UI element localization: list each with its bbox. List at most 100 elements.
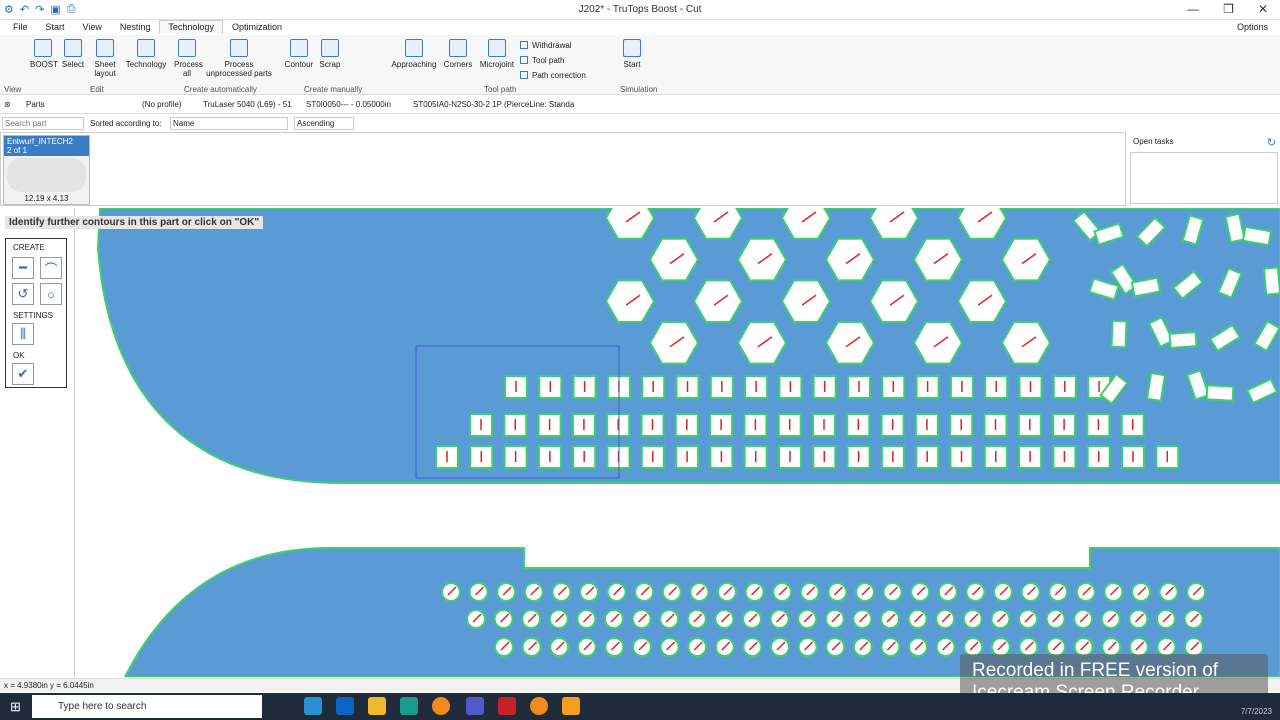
start-simulation-button[interactable]: Start bbox=[620, 39, 644, 69]
path-correction-button[interactable]: Path correction bbox=[520, 71, 586, 80]
technology-button[interactable]: Technology bbox=[124, 39, 168, 69]
sheet-layout-label: Sheet layout bbox=[94, 60, 116, 78]
sort-order-dropdown[interactable]: Ascending bbox=[294, 117, 354, 130]
sort-bar: Sorted according to: Name Ascending bbox=[0, 117, 1280, 131]
path-correction-label: Path correction bbox=[532, 71, 586, 80]
group-tool-path: Tool path bbox=[484, 85, 517, 94]
contour-label: Contour bbox=[284, 60, 314, 69]
tab-nesting[interactable]: Nesting bbox=[111, 20, 160, 34]
ok-button[interactable]: ✔ bbox=[12, 363, 34, 385]
parts-toolbar: ⊛ Parts (No profile) TruLaser 5040 (L69)… bbox=[0, 96, 1280, 114]
contour-button[interactable]: Contour bbox=[284, 39, 314, 69]
line-icon: ━ bbox=[19, 260, 27, 275]
part-count: 2 of 1 bbox=[7, 146, 28, 155]
tool-path-icon bbox=[520, 56, 528, 64]
edge-icon[interactable] bbox=[400, 697, 418, 715]
tab-start[interactable]: Start bbox=[37, 20, 74, 34]
microjoint-label: Microjoint bbox=[479, 60, 515, 69]
process-parts-icon bbox=[230, 39, 248, 57]
process-unprocessed-label: Process unprocessed parts bbox=[206, 60, 272, 78]
corners-button[interactable]: Corners bbox=[442, 39, 474, 69]
process-all-button[interactable]: Process all bbox=[174, 39, 203, 78]
drawing-canvas[interactable]: Identify further contours in this part o… bbox=[0, 208, 1280, 677]
part-thumbnail bbox=[7, 158, 86, 192]
parts-button[interactable]: Parts bbox=[26, 100, 45, 109]
restore-button[interactable]: ❐ bbox=[1223, 2, 1234, 16]
part-card[interactable]: Entwurf_INTECH2 2 of 1 12.19 x 4.13 bbox=[3, 135, 90, 205]
group-edit: Edit bbox=[90, 85, 104, 94]
taskbar-search[interactable]: Type here to search bbox=[32, 695, 262, 718]
circle-tool-button[interactable]: ○ bbox=[40, 283, 62, 305]
arc-tool-button[interactable]: ⌒ bbox=[40, 257, 62, 279]
taskbar-app-icon[interactable] bbox=[304, 697, 322, 715]
trutops-icon[interactable] bbox=[530, 697, 548, 715]
outlook-icon[interactable] bbox=[336, 697, 354, 715]
slot-part bbox=[1145, 371, 1167, 403]
approaching-button[interactable]: Approaching bbox=[390, 39, 438, 69]
checkmark-icon: ✔ bbox=[17, 366, 29, 381]
menu-bar: File Start View Nesting Technology Optim… bbox=[0, 20, 1280, 35]
sort-field-dropdown[interactable]: Name bbox=[170, 117, 288, 130]
machine-selector[interactable]: TruLaser 5040 (L69) - 51 bbox=[203, 100, 292, 109]
nesting-drawing[interactable] bbox=[0, 208, 1280, 677]
tool-path-button[interactable]: Tool path bbox=[520, 56, 564, 65]
close-button[interactable]: ✕ bbox=[1258, 2, 1268, 16]
microjoint-icon bbox=[488, 39, 506, 57]
slot-part bbox=[1262, 266, 1280, 296]
taskbar-date: 7/7/2023 bbox=[1240, 707, 1272, 716]
watermark-line-1: Recorded in FREE version of bbox=[972, 660, 1219, 681]
create-panel: CREATE ━ ⌒ ↺ ○ SETTINGS ⫼ OK ✔ bbox=[5, 238, 67, 388]
scrap-icon bbox=[321, 39, 339, 57]
refresh-icon[interactable]: ↻ bbox=[1267, 136, 1276, 149]
create-label: CREATE bbox=[13, 243, 45, 252]
sheet-layout-button[interactable]: Sheet layout bbox=[90, 39, 120, 78]
ribbon: BOOST Select Sheet layout Technology Pro… bbox=[0, 35, 1280, 95]
tab-file[interactable]: File bbox=[4, 20, 37, 34]
windows-start-icon[interactable]: ⊞ bbox=[10, 699, 21, 715]
withdrawal-button[interactable]: Withdrawal bbox=[520, 41, 572, 50]
cursor-icon bbox=[64, 39, 82, 57]
browser-icon[interactable] bbox=[432, 697, 450, 715]
windows-taskbar: ⊞ Type here to search 7/7/2023 bbox=[0, 693, 1280, 720]
loop-icon: ↺ bbox=[17, 286, 29, 301]
group-create-automatically: Create automatically bbox=[184, 85, 257, 94]
boost-button[interactable]: BOOST bbox=[30, 39, 58, 69]
select-label: Select bbox=[61, 60, 85, 69]
approach-icon bbox=[405, 39, 423, 57]
tab-technology[interactable]: Technology bbox=[159, 20, 223, 34]
select-button[interactable]: Select bbox=[60, 39, 86, 69]
scrap-label: Scrap bbox=[319, 60, 341, 69]
search-part-input[interactable] bbox=[2, 117, 84, 130]
scrap-button[interactable]: Scrap bbox=[318, 39, 342, 69]
material-selector[interactable]: ST0I0050--- - 0.05000in bbox=[306, 100, 391, 109]
microjoint-button[interactable]: Microjoint bbox=[478, 39, 516, 69]
options-button[interactable]: Options bbox=[1237, 22, 1268, 32]
part-name: Entwurf_INTECH2 bbox=[7, 137, 73, 146]
slot-part bbox=[1168, 331, 1198, 349]
profile-selector[interactable]: (No profile) bbox=[142, 100, 182, 109]
circle-icon: ○ bbox=[47, 286, 55, 302]
process-unprocessed-button[interactable]: Process unprocessed parts bbox=[202, 39, 276, 78]
minimize-button[interactable]: — bbox=[1187, 2, 1199, 16]
file-explorer-icon[interactable] bbox=[368, 697, 386, 715]
open-tasks-panel: Open tasks ↻ bbox=[1128, 132, 1280, 206]
teams-icon[interactable] bbox=[466, 697, 484, 715]
slot-part bbox=[1205, 384, 1235, 402]
parts-icon[interactable]: ⊛ bbox=[4, 100, 11, 109]
settings-button[interactable]: ⫼ bbox=[12, 323, 34, 345]
process-icon bbox=[178, 39, 196, 57]
group-create-manually: Create manually bbox=[304, 85, 363, 94]
slot-part bbox=[1110, 319, 1128, 349]
start-label: Start bbox=[623, 60, 641, 69]
tab-view[interactable]: View bbox=[74, 20, 111, 34]
part-size: 12.19 x 4.13 bbox=[24, 194, 69, 203]
line-tool-button[interactable]: ━ bbox=[12, 257, 34, 279]
recorder-icon[interactable] bbox=[562, 697, 580, 715]
sliders-icon: ⫼ bbox=[20, 326, 26, 341]
solidworks-icon[interactable] bbox=[498, 697, 516, 715]
approaching-label: Approaching bbox=[391, 60, 437, 69]
loop-tool-button[interactable]: ↺ bbox=[12, 283, 34, 305]
parameter-selector[interactable]: ST005IA0-N2S0-30-2 1P (PierceLine: Stand… bbox=[413, 100, 574, 109]
parts-list: Entwurf_INTECH2 2 of 1 12.19 x 4.13 bbox=[0, 132, 1126, 206]
tab-optimization[interactable]: Optimization bbox=[223, 20, 291, 34]
